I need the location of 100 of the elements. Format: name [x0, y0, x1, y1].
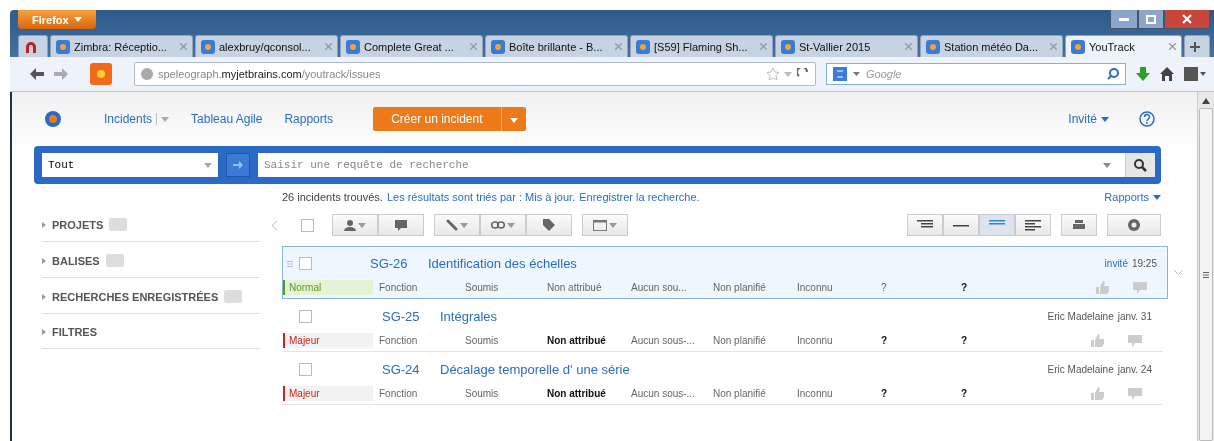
- issue-id-link[interactable]: SG-25: [382, 309, 440, 324]
- caret-icon[interactable]: [1101, 116, 1109, 122]
- comment-icon[interactable]: [1128, 334, 1142, 347]
- caret-icon[interactable]: [358, 222, 366, 228]
- caret-icon[interactable]: [853, 72, 860, 76]
- close-icon[interactable]: [470, 43, 477, 50]
- issue-field[interactable]: Fonction: [373, 335, 459, 346]
- issue-checkbox[interactable]: [299, 310, 312, 323]
- close-icon[interactable]: [1169, 43, 1176, 50]
- issue-title-link[interactable]: Décalage temporelle d' une série: [440, 362, 1048, 377]
- browser-tab[interactable]: [S59] Flaming Sh...: [630, 35, 773, 57]
- issue-id-link[interactable]: SG-26: [370, 256, 428, 271]
- issue-field[interactable]: Non attribué: [541, 282, 625, 293]
- view-mode-button[interactable]: [1015, 214, 1051, 236]
- home-icon[interactable]: [1160, 67, 1174, 81]
- issue-field[interactable]: Aucun sou...: [625, 282, 707, 293]
- issue-field[interactable]: Soumis: [459, 282, 541, 293]
- issue-title-link[interactable]: Intégrales: [440, 309, 1048, 324]
- nav-link[interactable]: Tableau Agile: [191, 112, 263, 126]
- calendar-button[interactable]: [582, 214, 628, 236]
- caret-icon[interactable]: [509, 118, 518, 123]
- maximize-button[interactable]: [1138, 10, 1164, 29]
- section-header[interactable]: BALISES: [52, 254, 100, 267]
- priority-tag[interactable]: Majeur: [283, 386, 373, 401]
- attach-button[interactable]: [434, 214, 480, 236]
- issue-field[interactable]: Non planifié: [707, 388, 791, 399]
- issue-field[interactable]: Fonction: [373, 388, 459, 399]
- view-mode-button[interactable]: [907, 214, 943, 236]
- search-engine-icon[interactable]: [833, 67, 847, 81]
- url-field[interactable]: speleograph.myjetbrains.com/youtrack/issues: [134, 62, 816, 86]
- browser-tab[interactable]: Station météo Da...: [920, 35, 1063, 57]
- new-tab-button[interactable]: [1184, 35, 1210, 57]
- thumbs-up-icon[interactable]: [1096, 281, 1109, 294]
- issue-checkbox[interactable]: [299, 363, 312, 376]
- expand-icon[interactable]: [42, 257, 46, 264]
- save-search-link[interactable]: Enregistrer la recherche.: [579, 191, 700, 203]
- issue-field[interactable]: Soumis: [459, 335, 541, 346]
- search-button[interactable]: [1125, 153, 1155, 177]
- browser-tab[interactable]: Complete Great ...: [340, 35, 483, 57]
- forward-icon[interactable]: [54, 68, 68, 80]
- scrollbar-thumb[interactable]: [1199, 108, 1213, 441]
- user-menu[interactable]: Invité: [1068, 112, 1109, 126]
- browser-tab[interactable]: Boîte brillante - B...: [485, 35, 628, 57]
- expand-icon[interactable]: [42, 221, 46, 228]
- thumbs-up-icon[interactable]: [1091, 334, 1104, 347]
- issue-field[interactable]: ?: [875, 282, 955, 293]
- bookmarks-icon[interactable]: [1184, 67, 1206, 81]
- select-all-checkbox[interactable]: [301, 218, 314, 232]
- issue-row[interactable]: SG-26 Identification des échelles invité 19:25 Normal Fonction Soumis Non attribué Aucun sou... Non planifié Inconnu ? ?: [282, 246, 1168, 299]
- back-icon[interactable]: [30, 68, 44, 80]
- expand-icon[interactable]: [42, 329, 46, 335]
- drag-handle-icon[interactable]: [287, 260, 293, 267]
- chevron-icon[interactable]: [1174, 270, 1183, 275]
- close-icon[interactable]: [325, 43, 332, 50]
- assignee-button[interactable]: [332, 214, 378, 236]
- nav-link[interactable]: Incidents: [104, 112, 170, 126]
- caret-icon[interactable]: [609, 222, 617, 228]
- close-icon[interactable]: [180, 43, 187, 50]
- issue-id-link[interactable]: SG-24: [382, 362, 440, 377]
- issue-field[interactable]: Inconnu: [791, 388, 875, 399]
- browser-tab[interactable]: [18, 35, 48, 57]
- section-header[interactable]: FILTRES: [52, 326, 97, 338]
- close-icon[interactable]: [905, 43, 912, 50]
- link-button[interactable]: [480, 214, 526, 236]
- issue-field[interactable]: Fonction: [373, 282, 459, 293]
- issue-field[interactable]: Aucun sous-...: [625, 335, 707, 346]
- dropdown-icon[interactable]: [204, 162, 212, 168]
- close-icon[interactable]: [1050, 43, 1057, 50]
- reports-menu[interactable]: Rapports: [1104, 191, 1161, 203]
- issue-checkbox[interactable]: [299, 257, 312, 270]
- browser-tab[interactable]: alexbruy/qconsol...: [195, 35, 338, 57]
- issue-field[interactable]: ?: [875, 388, 955, 399]
- thumbs-up-icon[interactable]: [1091, 387, 1104, 400]
- caret-icon[interactable]: [161, 116, 170, 122]
- minimize-button[interactable]: [1110, 10, 1138, 29]
- issue-field[interactable]: ?: [955, 335, 1015, 346]
- issue-field[interactable]: ?: [875, 335, 955, 346]
- help-icon[interactable]: [1139, 111, 1155, 127]
- issue-field[interactable]: Non planifié: [707, 335, 791, 346]
- issue-field[interactable]: Aucun sous-...: [625, 388, 707, 399]
- close-icon[interactable]: [615, 43, 622, 50]
- reload-icon[interactable]: [797, 68, 809, 80]
- dropdown-icon[interactable]: [1103, 162, 1111, 168]
- search-icon[interactable]: [1107, 68, 1119, 80]
- browser-tab[interactable]: St-Vallier 2015: [775, 35, 918, 57]
- settings-button[interactable]: [1107, 214, 1161, 236]
- issue-field[interactable]: Non attribué: [541, 335, 625, 346]
- nav-link[interactable]: Rapports: [284, 112, 334, 126]
- close-button[interactable]: [1164, 10, 1210, 29]
- query-field[interactable]: Saisir une requête de recherche: [258, 153, 1155, 177]
- sort-link[interactable]: Les résultats sont triés par : Mis à jour.: [386, 191, 576, 203]
- comment-button[interactable]: [378, 214, 424, 236]
- issue-field[interactable]: Non attribué: [541, 388, 625, 399]
- browser-tab[interactable]: Zimbra: Réceptio...: [50, 35, 193, 57]
- close-icon[interactable]: [760, 43, 767, 50]
- issue-field[interactable]: ?: [955, 388, 1015, 399]
- section-header[interactable]: RECHERCHES ENREGISTRÉES: [52, 290, 219, 303]
- section-header[interactable]: PROJETS: [52, 218, 104, 231]
- issue-field[interactable]: ?: [955, 282, 1015, 293]
- caret-icon[interactable]: [460, 222, 468, 228]
